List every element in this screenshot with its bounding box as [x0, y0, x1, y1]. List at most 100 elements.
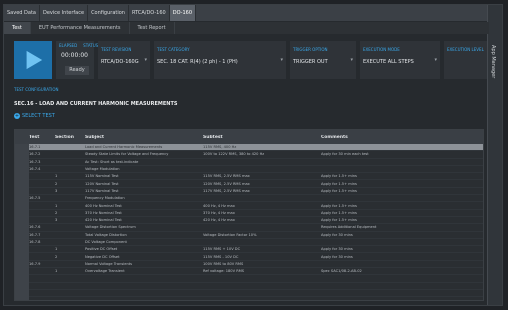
table-row[interactable]: 16.7.6 Voltage Distortion Spectrum Require…: [15, 224, 483, 232]
tab-device-interface[interactable]: Device Interface: [40, 5, 89, 21]
execution-mode-select[interactable]: Execution Mode EXECUTE ALL STEPS ▾: [360, 41, 440, 79]
table-row[interactable]: 16.7.4 Voltage Modulation: [15, 166, 483, 174]
play-icon: [26, 50, 43, 70]
trigger-option-value: TRIGGER OUT: [293, 59, 328, 65]
table-row[interactable]: 2 Negative DC Offset 115V RMS - 10V DC Appl…: [15, 253, 483, 261]
table-cell: 16.7.7: [29, 232, 41, 237]
test-table: Test Section Subject Subtest Comments 16…: [14, 129, 484, 301]
table-row[interactable]: 16.7.3 Ac Test: Short as test.indicate: [15, 159, 483, 166]
test-configuration-link[interactable]: TEST CONFIGURATION: [14, 87, 58, 92]
table-cell: 117V RMS, 2.5V RMS max: [203, 188, 250, 193]
table-row[interactable]: 16.7.1 Load and Current Harmonic Measurem…: [15, 144, 483, 152]
table-cell: 16.7.9: [29, 261, 41, 266]
tab-standard[interactable]: RTCA/DO-160: [129, 5, 170, 21]
add-icon: +: [14, 113, 20, 119]
table-row[interactable]: 1 400 Hz Nominal Test 400 Hz, 4 Hz max Appl…: [15, 202, 483, 210]
table-cell: 100V RMS to 80V RMS: [203, 261, 244, 266]
table-cell: 16.7.5: [29, 196, 41, 201]
table-cell: Requires Additional Equipment: [321, 225, 377, 230]
table-row[interactable]: 1 Overvoltage Transient Ref voltage: 180V …: [15, 268, 483, 276]
table-cell: 420 Hz, 4 Hz max: [203, 218, 235, 223]
test-revision-label: Test Revision: [101, 47, 132, 52]
run-button[interactable]: [14, 41, 52, 79]
table-cell: 115V RMS - 10V DC: [203, 254, 239, 259]
table-cell: 400 Hz Nominal Test: [85, 203, 122, 208]
table-row[interactable]: 3 420 Hz Nominal Test 420 Hz, 4 Hz max Appl…: [15, 217, 483, 225]
table-cell: 420 Hz Nominal Test: [85, 218, 122, 223]
execution-level-select[interactable]: Execution Level: [444, 41, 487, 79]
row-selector-column: [15, 144, 29, 300]
tab-test[interactable]: Test: [4, 22, 31, 34]
table-row[interactable]: 16.7.9 Normal Voltage Transients 100V RMS …: [15, 261, 483, 269]
chevron-down-icon: ▾: [280, 57, 283, 63]
table-cell: Frequency Modulation: [85, 196, 125, 201]
table-cell: 2: [55, 210, 58, 215]
status-value: Ready: [65, 66, 89, 75]
table-cell: Apply for 1.5+ mins: [321, 181, 357, 186]
tab-saved-data[interactable]: Saved Data: [4, 5, 40, 21]
trigger-option-select[interactable]: Trigger Option TRIGGER OUT ▾: [290, 41, 356, 79]
table-cell: 16.7.4: [29, 167, 41, 172]
elapsed-time: 00:00:00: [61, 52, 88, 59]
table-row[interactable]: 2 370 Hz Nominal Test 370 Hz, 4 Hz max Appl…: [15, 210, 483, 217]
table-cell: Negative DC Offset: [85, 254, 120, 259]
elapsed-panel: ELAPSED STATUS 00:00:00 Ready: [56, 41, 98, 79]
table-cell: 120V RMS, 2.5V RMS max: [203, 181, 250, 186]
table-cell: 120V Nominal Test: [85, 181, 119, 186]
tab-eut-performance[interactable]: EUT Performance Measurements: [31, 22, 130, 34]
table-body: 16.7.1 Load and Current Harmonic Measurem…: [15, 144, 483, 300]
table-row[interactable]: 1 115V Nominal Test 115V RMS, 2.5V RMS max…: [15, 173, 483, 181]
table-cell: Apply for 30 mins: [321, 232, 353, 237]
table-cell: 2: [55, 181, 58, 186]
col-subject[interactable]: Subject: [85, 135, 203, 140]
table-cell: Load and Current Harmonic Measurements: [85, 145, 163, 150]
trigger-option-label: Trigger Option: [293, 47, 328, 52]
table-cell: 1: [55, 247, 58, 252]
table-row[interactable]: 3 117V Nominal Test 117V RMS, 2.5V RMS max…: [15, 188, 483, 196]
test-revision-select[interactable]: Test Revision RTCA/DO-160G ▾: [98, 41, 150, 79]
table-cell: 370 Hz Nominal Test: [85, 210, 122, 215]
table-row[interactable]: 2 120V Nominal Test 120V RMS, 2.5V RMS max…: [15, 180, 483, 188]
table-cell: 16.7.1: [29, 145, 41, 150]
col-section[interactable]: Section: [55, 135, 85, 140]
col-test[interactable]: Test: [29, 135, 55, 140]
table-cell: Apply for 1.5+ mins: [321, 203, 357, 208]
table-row[interactable]: [15, 297, 483, 300]
tab-do160[interactable]: DO-160: [169, 5, 197, 21]
table-cell: 3: [55, 188, 58, 193]
table-cell: Spec SAC1/08-2-AB-02: [321, 269, 362, 274]
table-cell: 115V RMS + 10V DC: [203, 247, 241, 252]
table-row[interactable]: [15, 290, 483, 298]
table-cell: Steady State Limits for Voltage and Freq…: [85, 152, 169, 157]
execution-mode-value: EXECUTE ALL STEPS: [363, 59, 414, 65]
col-subtest[interactable]: Subtest: [203, 135, 321, 140]
table-cell: Apply for 1.5+ mins: [321, 174, 357, 179]
test-category-select[interactable]: Test Category SEC. 18 CAT. R(4) (2 ph) -…: [154, 41, 286, 79]
table-cell: Total Voltage Distortion: [85, 232, 127, 237]
table-row[interactable]: 16.7.2 Steady State Limits for Voltage an…: [15, 151, 483, 159]
table-cell: Apply for 30 mins: [321, 247, 353, 252]
table-row[interactable]: 1 Positive DC Offset 115V RMS + 10V DC Appl…: [15, 246, 483, 254]
table-row[interactable]: [15, 283, 483, 290]
table-cell: 115V Nominal Test: [85, 174, 119, 179]
table-cell: Normal Voltage Transients: [85, 261, 133, 266]
tab-test-report[interactable]: Test Report: [130, 22, 175, 34]
section-title: SEC.16 - LOAD AND CURRENT HARMONIC MEASU…: [14, 101, 178, 107]
table-cell: Apply for 30 mins: [321, 254, 353, 259]
table-cell: 400 Hz, 4 Hz max: [203, 203, 235, 208]
table-cell: 2: [55, 254, 58, 259]
table-row[interactable]: 16.7.5 Frequency Modulation: [15, 195, 483, 203]
table-cell: 16.7.8: [29, 240, 41, 244]
select-test-button[interactable]: + SELECT TEST: [14, 113, 55, 119]
app-manager-panel[interactable]: App Manager: [487, 5, 502, 305]
tab-configuration[interactable]: Configuration: [88, 5, 129, 21]
table-cell: 117V Nominal Test: [85, 188, 119, 193]
table-row[interactable]: 16.7.7 Total Voltage Distortion Voltage Di…: [15, 232, 483, 239]
col-comments[interactable]: Comments: [321, 135, 471, 140]
table-row[interactable]: 16.7.8 DC Voltage Component: [15, 239, 483, 247]
sub-tab-bar: Test EUT Performance Measurements Test R…: [4, 22, 489, 34]
test-revision-value: RTCA/DO-160G: [101, 59, 139, 65]
select-test-label: SELECT TEST: [22, 113, 55, 119]
table-row[interactable]: [15, 275, 483, 283]
table-cell: 115V RMS, 2.5V RMS max: [203, 174, 250, 179]
